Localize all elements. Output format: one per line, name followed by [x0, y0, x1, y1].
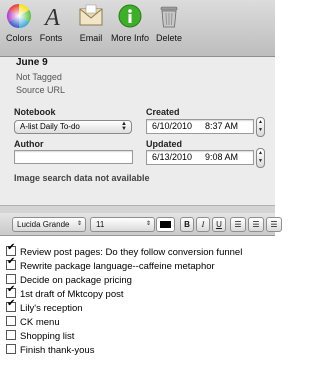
more-info-label: More Info — [110, 33, 150, 43]
email-label: Email — [79, 33, 103, 43]
todo-item[interactable]: ✔ Rewrite package language--caffeine meta… — [6, 256, 215, 272]
checkbox-unchecked[interactable] — [6, 316, 16, 326]
color-swatch-icon — [160, 221, 171, 228]
created-date[interactable]: 6/10/2010 — [152, 121, 192, 131]
delete-button[interactable]: Delete — [156, 3, 182, 43]
delete-label: Delete — [156, 33, 183, 43]
font-family-select[interactable]: Lucida Grande ⇕ — [12, 217, 86, 232]
todo-item[interactable]: Shopping list — [6, 330, 74, 342]
checkmark-icon: ✔ — [7, 298, 16, 309]
checkmark-icon: ✔ — [7, 256, 16, 267]
align-left-icon: ☰ — [234, 220, 242, 229]
font-family-value: Lucida Grande — [17, 220, 70, 229]
select-arrows-icon: ▲ ▼ — [121, 121, 127, 132]
font-size-value: 11 — [96, 220, 105, 229]
info-icon — [117, 3, 143, 29]
font-icon: A — [38, 3, 64, 31]
colors-button[interactable]: Colors — [6, 3, 32, 43]
created-time[interactable]: 8:37 AM — [205, 121, 238, 131]
align-center-icon: ☰ — [252, 220, 260, 229]
notebook-select-value: A-list Daily To-do — [20, 122, 80, 131]
author-label: Author — [14, 139, 44, 149]
image-search-status: Image search data not available — [14, 173, 150, 183]
more-info-button[interactable]: More Info — [109, 3, 151, 43]
envelope-icon — [78, 3, 104, 29]
updated-datetime-field[interactable]: 6/13/2010 9:08 AM — [146, 150, 254, 165]
bold-button[interactable]: B — [180, 217, 194, 232]
todo-text: Rewrite package language--caffeine metap… — [20, 261, 215, 272]
todo-item[interactable]: CK menu — [6, 316, 60, 328]
underline-button[interactable]: U — [212, 217, 226, 232]
align-center-button[interactable]: ☰ — [248, 217, 264, 232]
note-editor[interactable]: ✔ Review post pages: Do they follow conve… — [0, 236, 275, 389]
note-tags[interactable]: Not Tagged — [16, 72, 62, 82]
todo-item[interactable]: ✔ Lily's reception — [6, 298, 83, 314]
checkbox-unchecked[interactable] — [6, 344, 16, 354]
format-bar: Lucida Grande ⇕ 11 ⇕ B I U ☰ ☰ ☰ — [0, 213, 282, 236]
notebook-select[interactable]: A-list Daily To-do ▲ ▼ — [14, 120, 132, 134]
todo-text: Lily's reception — [20, 303, 83, 314]
todo-text: 1st draft of Mktcopy post — [20, 289, 124, 300]
note-info-panel: June 9 Not Tagged Source URL Notebook A-… — [0, 57, 275, 205]
color-wheel-icon — [6, 3, 32, 29]
checkmark-icon: ✔ — [7, 284, 16, 295]
todo-text: Review post pages: Do they follow conver… — [20, 247, 243, 258]
todo-item[interactable]: ✔ 1st draft of Mktcopy post — [6, 284, 124, 300]
todo-text: CK menu — [20, 317, 60, 328]
fonts-label: Fonts — [39, 33, 63, 43]
font-select-arrows-icon: ⇕ — [76, 221, 82, 227]
checkbox-checked[interactable]: ✔ — [6, 242, 16, 256]
todo-item[interactable]: Decide on package pricing — [6, 274, 132, 286]
checkbox-unchecked[interactable] — [6, 330, 16, 340]
toolbar: Colors A Fonts Email More Info Delete — [0, 0, 275, 57]
updated-label: Updated — [146, 139, 182, 149]
todo-text: Shopping list — [20, 331, 75, 342]
checkbox-checked[interactable]: ✔ — [6, 256, 16, 270]
notebook-label: Notebook — [14, 107, 56, 117]
font-size-select[interactable]: 11 ⇕ — [90, 217, 155, 232]
updated-stepper[interactable]: ▲ ▼ — [256, 148, 265, 168]
colors-label: Colors — [6, 33, 33, 43]
checkbox-unchecked[interactable] — [6, 274, 16, 284]
note-source-url[interactable]: Source URL — [16, 85, 65, 95]
todo-item[interactable]: Finish thank-yous — [6, 344, 94, 356]
fonts-button[interactable]: A Fonts — [38, 3, 64, 43]
trash-icon — [156, 3, 182, 29]
align-left-button[interactable]: ☰ — [230, 217, 246, 232]
updated-date[interactable]: 6/13/2010 — [152, 152, 192, 162]
checkbox-checked[interactable]: ✔ — [6, 298, 16, 312]
svg-text:A: A — [43, 5, 60, 29]
todo-text: Finish thank-yous — [20, 345, 95, 356]
created-stepper[interactable]: ▲ ▼ — [256, 117, 265, 137]
todo-item[interactable]: ✔ Review post pages: Do they follow conve… — [6, 242, 243, 258]
align-right-button[interactable]: ☰ — [266, 217, 282, 232]
text-color-button[interactable] — [156, 217, 175, 232]
checkmark-icon: ✔ — [7, 242, 16, 253]
note-title[interactable]: June 9 — [16, 57, 48, 68]
email-button[interactable]: Email — [78, 3, 104, 43]
size-select-arrows-icon: ⇕ — [145, 221, 151, 227]
italic-button[interactable]: I — [196, 217, 210, 232]
author-field[interactable] — [14, 150, 133, 164]
created-datetime-field[interactable]: 6/10/2010 8:37 AM — [146, 119, 254, 134]
align-right-icon: ☰ — [270, 220, 278, 229]
created-label: Created — [146, 107, 180, 117]
todo-text: Decide on package pricing — [20, 275, 132, 286]
checkbox-checked[interactable]: ✔ — [6, 284, 16, 298]
updated-time[interactable]: 9:08 AM — [205, 152, 238, 162]
